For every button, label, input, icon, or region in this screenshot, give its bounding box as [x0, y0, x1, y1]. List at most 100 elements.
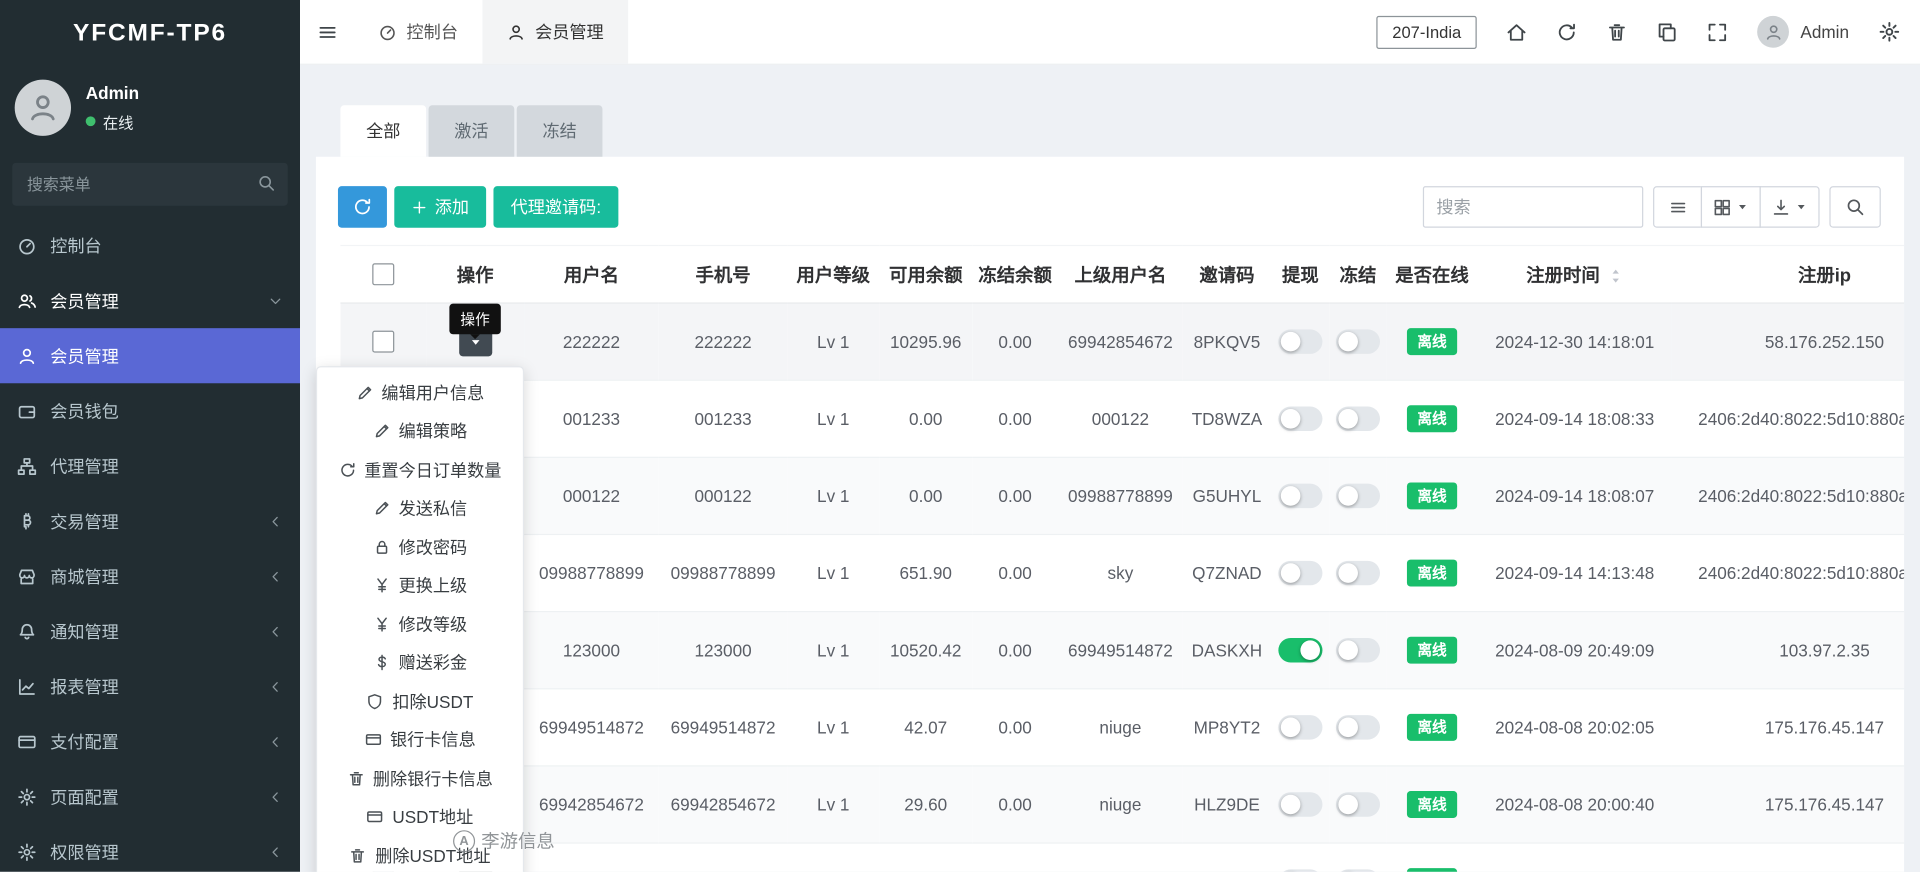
filter-tab-frozen[interactable]: 冻结	[517, 105, 603, 156]
dropdown-menu-item[interactable]: 修改等级	[317, 605, 523, 644]
nav-tab-console[interactable]: 控制台	[354, 0, 483, 64]
menu-item-icon	[364, 731, 381, 748]
store-icon	[17, 566, 37, 586]
columns-button[interactable]	[1701, 186, 1761, 228]
freeze-toggle[interactable]	[1336, 561, 1380, 585]
sidebar-toggle-button[interactable]	[300, 0, 354, 64]
sidebar-item-payment-config[interactable]: 支付配置	[0, 714, 300, 769]
menu-item-icon	[373, 500, 390, 517]
filter-tab-all[interactable]: 全部	[340, 105, 426, 156]
cell-balance: 10295.96	[879, 303, 972, 380]
clear-cache-button[interactable]	[1607, 21, 1628, 42]
cell-phone: 69942854672	[659, 766, 788, 843]
cell-frozen-balance: 0.00	[972, 689, 1058, 766]
sidebar-item-label: 交易管理	[50, 509, 119, 533]
agent-invite-code-button[interactable]: 代理邀请码:	[493, 186, 618, 228]
sidebar-item-transactions[interactable]: 交易管理	[0, 493, 300, 548]
dropdown-menu-item[interactable]: 扣除USDT	[317, 682, 523, 721]
select-all-checkbox[interactable]	[372, 263, 394, 285]
freeze-toggle[interactable]	[1336, 407, 1380, 431]
withdraw-toggle[interactable]	[1278, 561, 1322, 585]
withdraw-toggle[interactable]	[1278, 484, 1322, 508]
sidebar-item-member-list[interactable]: 会员管理	[0, 328, 300, 383]
dropdown-menu-item[interactable]: 赠送彩金	[317, 643, 523, 682]
toggle-list-view-button[interactable]	[1653, 186, 1702, 228]
environment-selector[interactable]: 207-India	[1376, 15, 1477, 48]
sidebar-item-permissions[interactable]: 权限管理	[0, 824, 300, 872]
cell-invite-code: MP8YT2	[1183, 689, 1271, 766]
col-header-reg-time[interactable]: 注册时间	[1478, 246, 1671, 304]
row-checkbox[interactable]	[372, 331, 394, 353]
col-header-frozen-balance[interactable]: 冻结余额	[972, 246, 1058, 304]
chevron-left-icon	[268, 789, 283, 804]
col-header-balance[interactable]: 可用余额	[879, 246, 972, 304]
watermark: A 李游信息	[453, 828, 555, 854]
cell-invite-code: G5UHYL	[1183, 457, 1271, 534]
sort-icon[interactable]	[1607, 268, 1623, 284]
cell-parent: niuge	[1058, 766, 1183, 843]
sidebar-item-agents[interactable]: 代理管理	[0, 438, 300, 493]
watermark-logo-icon: A	[453, 830, 475, 852]
dropdown-menu-item[interactable]: 修改密码	[317, 528, 523, 567]
sidebar-item-members[interactable]: 会员管理	[0, 273, 300, 328]
withdraw-toggle[interactable]	[1278, 329, 1322, 353]
export-button[interactable]	[1760, 186, 1820, 228]
sidebar-item-reports[interactable]: 报表管理	[0, 659, 300, 714]
col-header-actions[interactable]: 操作	[426, 246, 524, 304]
bitcoin-icon	[17, 511, 37, 531]
dropdown-menu-item[interactable]: 更换上级	[317, 566, 523, 605]
dropdown-menu-item[interactable]: 编辑策略	[317, 412, 523, 451]
freeze-toggle[interactable]	[1336, 869, 1380, 871]
copy-button[interactable]	[1657, 21, 1678, 42]
cell-invite-code: Q7ZNAD	[1183, 534, 1271, 611]
advanced-search-button[interactable]	[1829, 186, 1880, 228]
freeze-toggle[interactable]	[1336, 638, 1380, 662]
withdraw-toggle[interactable]	[1278, 407, 1322, 431]
col-header-reg-ip[interactable]: 注册ip	[1671, 246, 1904, 304]
freeze-toggle[interactable]	[1336, 329, 1380, 353]
settings-button[interactable]	[1878, 21, 1900, 43]
table-search-input[interactable]	[1423, 186, 1643, 228]
refresh-table-button[interactable]	[338, 186, 387, 228]
search-icon[interactable]	[257, 174, 275, 192]
gear-icon	[1878, 21, 1900, 43]
freeze-toggle[interactable]	[1336, 484, 1380, 508]
navbar-user[interactable]: Admin	[1758, 16, 1849, 48]
dropdown-menu-item[interactable]: 银行卡信息	[317, 721, 523, 760]
member-panel: 添加 代理邀请码: 操作 用户名 手机号	[316, 157, 1904, 872]
withdraw-toggle[interactable]	[1278, 869, 1322, 871]
sidebar-item-member-wallet[interactable]: 会员钱包	[0, 383, 300, 438]
col-header-phone[interactable]: 手机号	[659, 246, 788, 304]
fullscreen-button[interactable]	[1707, 21, 1728, 42]
freeze-toggle[interactable]	[1336, 715, 1380, 739]
withdraw-toggle[interactable]	[1278, 792, 1322, 816]
freeze-toggle[interactable]	[1336, 792, 1380, 816]
refresh-button[interactable]	[1557, 21, 1578, 42]
col-header-parent[interactable]: 上级用户名	[1058, 246, 1183, 304]
col-header-username[interactable]: 用户名	[524, 246, 659, 304]
withdraw-toggle[interactable]	[1278, 715, 1322, 739]
sidebar-item-mall[interactable]: 商城管理	[0, 549, 300, 604]
col-header-freeze[interactable]: 冻结	[1330, 246, 1386, 304]
col-header-withdraw[interactable]: 提现	[1271, 246, 1330, 304]
cell-phone: 001233	[659, 380, 788, 457]
filter-tab-active[interactable]: 激活	[429, 105, 515, 156]
col-header-invite-code[interactable]: 邀请码	[1183, 246, 1271, 304]
sidebar-item-label: 页面配置	[50, 784, 119, 808]
sidebar-item-notifications[interactable]: 通知管理	[0, 604, 300, 659]
sidebar-item-page-config[interactable]: 页面配置	[0, 769, 300, 824]
home-button[interactable]	[1507, 21, 1528, 42]
dropdown-menu-item[interactable]: 发送私信	[317, 489, 523, 528]
col-header-level[interactable]: 用户等级	[787, 246, 879, 304]
nav-tab-members[interactable]: 会员管理	[482, 0, 628, 64]
cell-username: 222222	[524, 303, 659, 380]
dropdown-menu-item[interactable]: 编辑用户信息	[317, 373, 523, 412]
col-header-online[interactable]: 是否在线	[1386, 246, 1478, 304]
dropdown-menu-item[interactable]: 删除银行卡信息	[317, 759, 523, 798]
sidebar-search-input[interactable]	[12, 163, 288, 206]
add-member-button[interactable]: 添加	[394, 186, 486, 228]
withdraw-toggle[interactable]	[1278, 638, 1322, 662]
sidebar-item-console[interactable]: 控制台	[0, 218, 300, 273]
dropdown-menu-item[interactable]: 重置今日订单数量	[317, 451, 523, 490]
gear-icon	[17, 787, 37, 807]
